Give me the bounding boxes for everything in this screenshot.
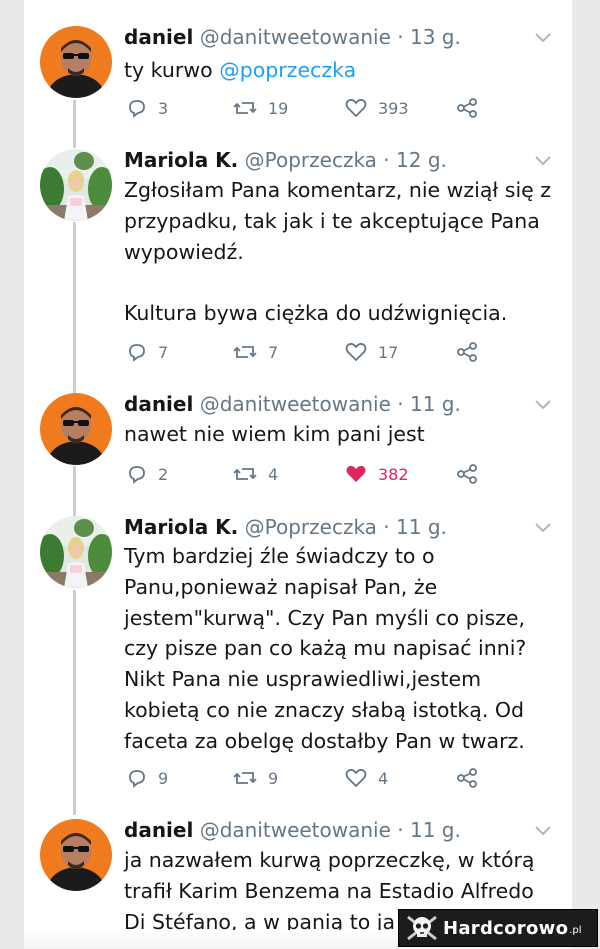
- share-icon: [457, 768, 477, 788]
- reply-count: 7: [158, 342, 169, 362]
- heart-icon: [345, 342, 367, 362]
- tweet-text: nawet nie wiem kim pani jest: [124, 422, 425, 446]
- man-avatar: [40, 393, 112, 465]
- skull-logo-icon: [407, 915, 437, 941]
- tweet-header: daniel @danitweetowanie · 11 g.: [124, 390, 461, 418]
- reply-count: 9: [158, 768, 169, 788]
- thread-line: [73, 466, 76, 516]
- reply-count: 3: [158, 98, 169, 118]
- like-count: 17: [378, 342, 399, 362]
- tweet-time: · 11 g.: [397, 392, 461, 416]
- reply-icon: [129, 344, 145, 362]
- man-avatar: [40, 26, 112, 98]
- tweet-time: · 11 g.: [383, 515, 447, 539]
- retweet-count: 7: [268, 342, 279, 362]
- mention-link[interactable]: @poprzeczka: [219, 58, 356, 82]
- share-icon: [457, 342, 477, 362]
- reply-button[interactable]: 9: [126, 766, 168, 790]
- retweet-button[interactable]: 9: [232, 766, 278, 790]
- reply-button[interactable]: 7: [126, 340, 168, 364]
- woman-avatar: [40, 149, 112, 221]
- author-name[interactable]: Mariola K.: [124, 515, 238, 539]
- tweet-time: · 11 g.: [397, 818, 461, 842]
- chevron-down-icon[interactable]: [534, 399, 552, 411]
- retweet-button[interactable]: 7: [232, 340, 278, 364]
- reply-count: 2: [158, 464, 169, 484]
- tweet-actions: 9 9 4: [126, 766, 486, 790]
- chevron-down-icon[interactable]: [534, 825, 552, 837]
- tweet-header: daniel @danitweetowanie · 11 g.: [124, 816, 461, 844]
- tweet-text: ty kurwo @poprzeczka: [124, 58, 357, 82]
- share-icon: [457, 98, 477, 118]
- avatar-daniel[interactable]: [40, 819, 112, 891]
- watermark-logo: Hardcorowo .pl: [398, 909, 598, 947]
- reply-icon: [129, 770, 145, 788]
- reply-button[interactable]: 3: [126, 96, 168, 120]
- chevron-down-icon[interactable]: [534, 522, 552, 534]
- tweet-time: · 12 g.: [383, 148, 447, 172]
- author-name[interactable]: daniel: [124, 25, 193, 49]
- watermark-tld: .pl: [569, 925, 582, 936]
- tweet-actions: 7 7 17: [126, 340, 486, 364]
- retweet-icon: [233, 772, 257, 784]
- avatar-daniel[interactable]: [40, 393, 112, 465]
- author-handle[interactable]: @Poprzeczka: [245, 515, 377, 539]
- heart-icon: [345, 768, 367, 788]
- share-icon: [457, 464, 477, 484]
- tweet-time: · 13 g.: [397, 25, 461, 49]
- thread-line: [73, 222, 76, 394]
- share-button[interactable]: [456, 340, 488, 364]
- chevron-down-icon[interactable]: [534, 32, 552, 44]
- retweet-icon: [233, 102, 257, 114]
- tweet-header: Mariola K. @Poprzeczka · 11 g.: [124, 513, 447, 541]
- tweet-header: daniel @danitweetowanie · 13 g.: [124, 23, 461, 51]
- retweet-count: 9: [268, 768, 279, 788]
- retweet-button[interactable]: 4: [232, 462, 278, 486]
- like-button[interactable]: 393: [344, 96, 409, 120]
- author-handle[interactable]: @danitweetowanie: [200, 25, 391, 49]
- reply-button[interactable]: 2: [126, 462, 168, 486]
- share-button[interactable]: [456, 96, 488, 120]
- tweet-header: Mariola K. @Poprzeczka · 12 g.: [124, 146, 447, 174]
- retweet-icon: [233, 468, 257, 480]
- retweet-count: 4: [268, 464, 279, 484]
- like-button[interactable]: 4: [344, 766, 388, 790]
- heart-icon: [346, 465, 366, 482]
- tweet-actions: 2 4 382: [126, 462, 486, 486]
- like-button[interactable]: 17: [344, 340, 398, 364]
- reply-icon: [129, 466, 145, 484]
- share-button[interactable]: [456, 462, 488, 486]
- like-count: 4: [378, 768, 389, 788]
- like-count: 382: [378, 464, 409, 484]
- retweet-count: 19: [268, 98, 289, 118]
- retweet-button[interactable]: 19: [232, 96, 288, 120]
- like-count: 393: [378, 98, 409, 118]
- tweet-text: Tym bardziej źle świadczy to o Panu,poni…: [124, 544, 533, 753]
- author-name[interactable]: daniel: [124, 818, 193, 842]
- author-handle[interactable]: @Poprzeczka: [245, 148, 377, 172]
- reply-icon: [129, 100, 145, 118]
- man-avatar: [40, 819, 112, 891]
- tweet-text: Zgłosiłam Pana komentarz, nie wziął się …: [124, 178, 552, 326]
- avatar-mariola[interactable]: [40, 149, 112, 221]
- author-handle[interactable]: @danitweetowanie: [200, 818, 391, 842]
- avatar-daniel[interactable]: [40, 26, 112, 98]
- retweet-icon: [233, 346, 257, 358]
- avatar-mariola[interactable]: [40, 516, 112, 588]
- author-handle[interactable]: @danitweetowanie: [200, 392, 391, 416]
- heart-icon: [345, 98, 367, 118]
- share-button[interactable]: [456, 766, 488, 790]
- like-button[interactable]: 382: [344, 462, 409, 486]
- woman-avatar: [40, 516, 112, 588]
- thread-line: [73, 590, 76, 815]
- watermark-text: Hardcorowo: [443, 917, 569, 939]
- author-name[interactable]: daniel: [124, 392, 193, 416]
- thread-line: [73, 100, 76, 148]
- author-name[interactable]: Mariola K.: [124, 148, 238, 172]
- tweet-actions: 3 19 393: [126, 96, 486, 120]
- chevron-down-icon[interactable]: [534, 155, 552, 167]
